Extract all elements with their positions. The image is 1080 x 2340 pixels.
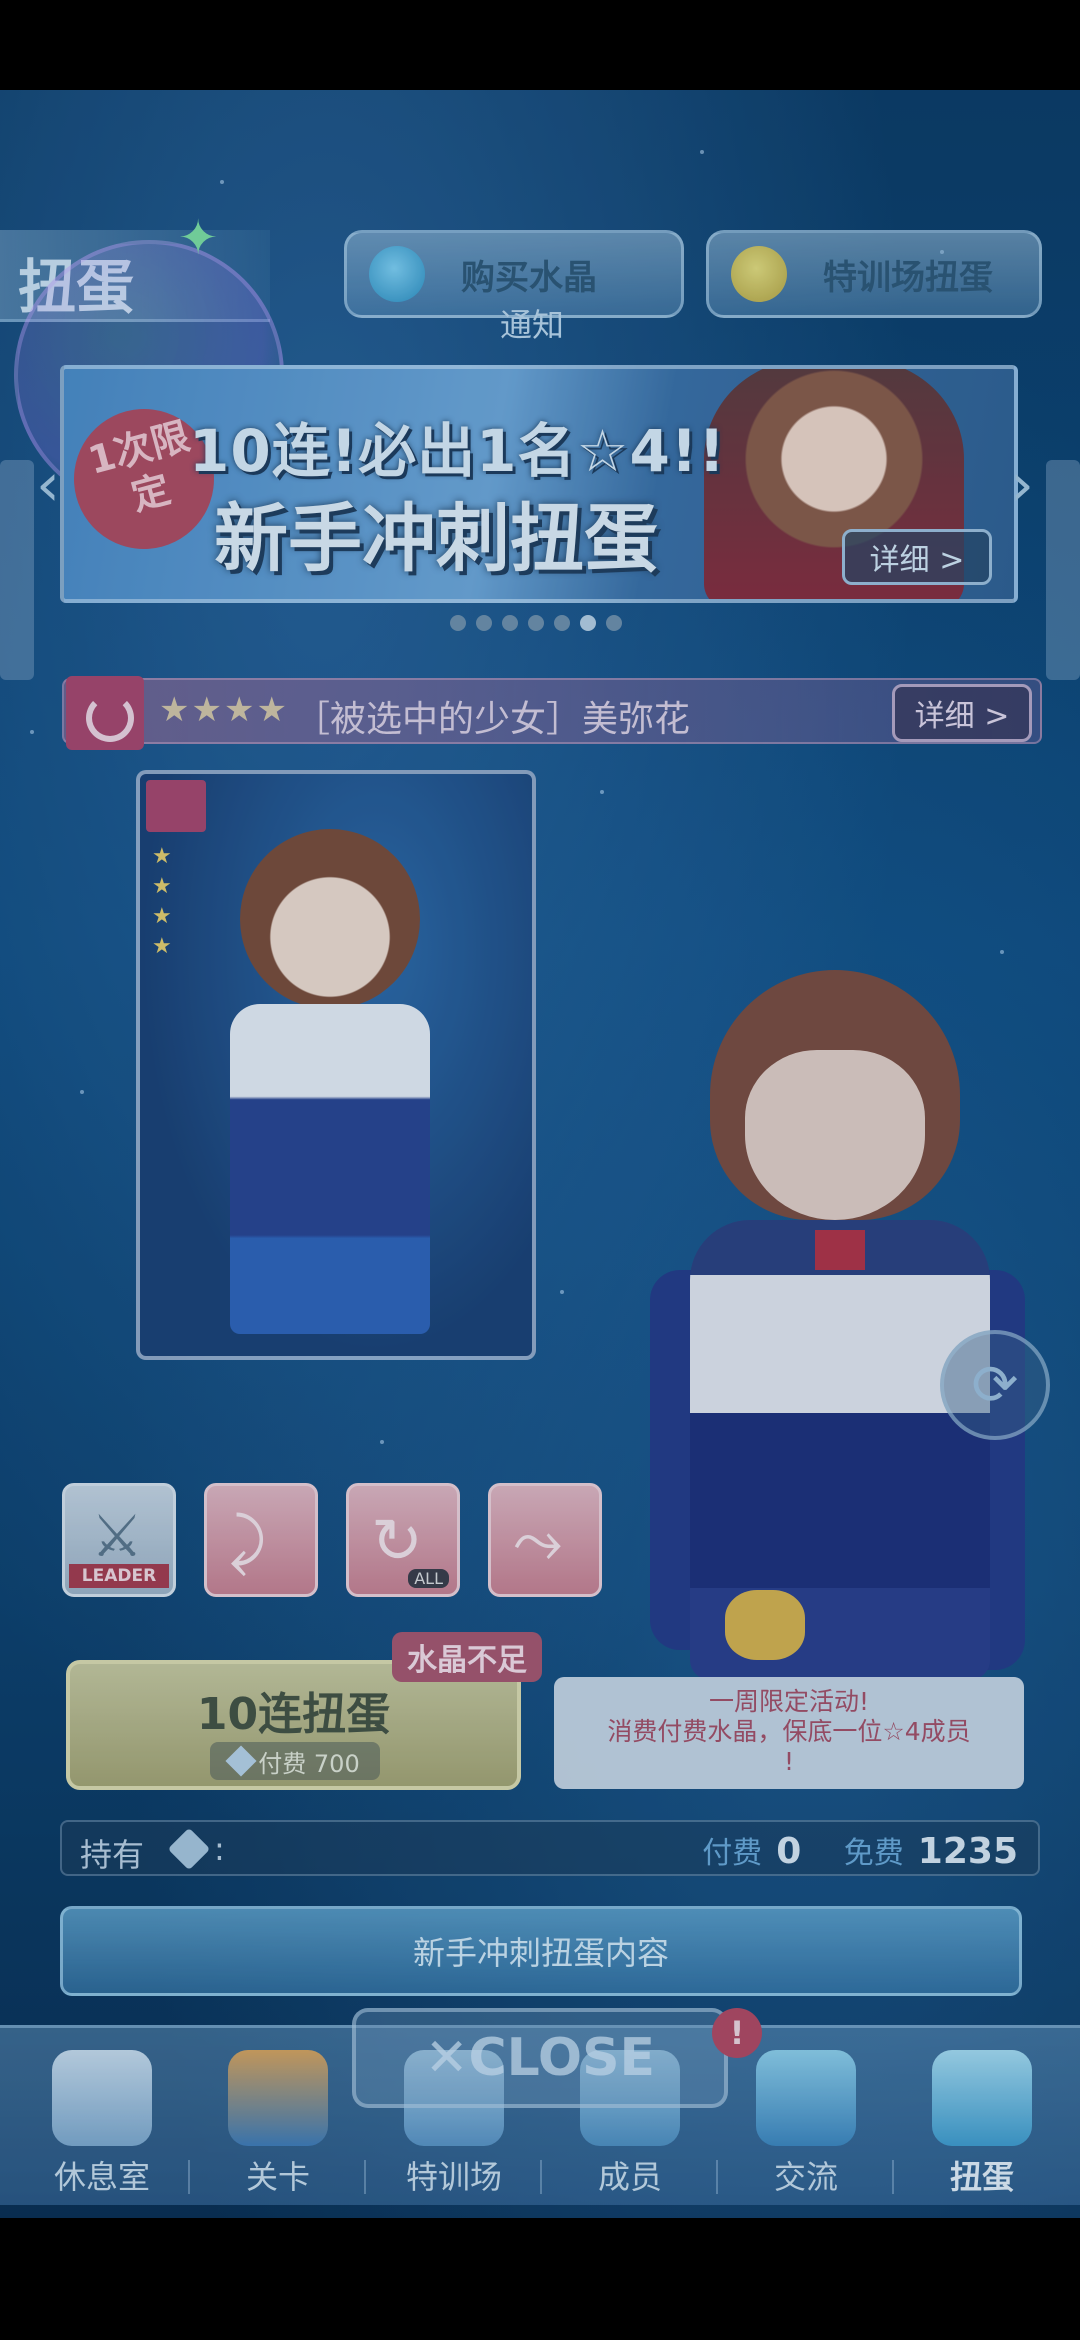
training-gacha-button[interactable]: 特训场扭蛋 [706,230,1042,318]
card-character-head [240,829,420,1009]
notification-badge: ! [712,2008,762,2058]
crystal-icon [225,1745,257,1777]
card-character-body [230,1004,430,1334]
communication-icon [756,2050,856,2146]
card-rarity-stars: ★ ★ ★ ★ [152,844,172,959]
nav-stage[interactable]: 关卡 [190,2028,366,2208]
insufficient-crystal-tag: 水晶不足 [392,1632,542,1682]
banner-page-dot[interactable] [580,615,596,631]
paw-charm-icon [725,1590,805,1660]
member-name: ［被选中的少女］美弥花 [294,699,691,740]
banner-page-indicator [450,615,622,631]
paid-crystal-count: 0 [776,1831,802,1872]
gacha-contents-button[interactable]: 新手冲刺扭蛋内容 [60,1906,1022,1996]
free-crystal-count: 1235 [917,1831,1018,1872]
notice-label[interactable]: 通知 [500,300,564,346]
sword-icon: ⚔ [91,1502,143,1570]
next-banner-peek[interactable] [1046,460,1080,680]
skill-swirl-icon[interactable]: ↻ ALL [346,1483,460,1597]
star-decoration-icon: ✦ [178,210,219,266]
rotate-view-icon[interactable]: ⟳ [940,1330,1050,1440]
banner-headline: 10连!必出1名☆4!! [189,417,726,485]
all-tag: ALL [408,1569,449,1588]
skill-arm-icon[interactable]: ⤸ [204,1483,318,1597]
game-screen: 扭蛋 ✦ 购买水晶 特训场扭蛋 通知 1次限定 10连!必出1名☆4!! 新手冲… [0,90,1080,2218]
crystal-holdings-bar: 持有 : 付费 0 免费 1235 [60,1820,1040,1876]
close-button[interactable]: ✕CLOSE [352,2008,728,2108]
banner-page-dot[interactable] [528,615,544,631]
event-info-popup: 一周限定活动! 消费付费水晶，保底一位☆4成员 ! [554,1677,1024,1789]
banner-title: 新手冲刺扭蛋 [214,496,658,582]
banner-next-arrow-icon[interactable]: › [1010,450,1034,520]
lounge-icon [52,2050,152,2146]
card-attribute-icon [146,780,206,832]
gacha-cost: 付费 700 [210,1742,380,1780]
attribute-emblem-icon [66,676,144,750]
gacha-banner[interactable]: 1次限定 10连!必出1名☆4!! 新手冲刺扭蛋 详细 > [60,365,1018,603]
leader-skill-icon[interactable]: ⚔ LEADER [62,1483,176,1597]
holdings-label: 持有 [80,1836,145,1874]
banner-page-dot[interactable] [476,615,492,631]
gacha-button-label: 10连扭蛋 [196,1689,391,1740]
nav-lounge[interactable]: 休息室 [14,2028,190,2208]
banner-page-dot[interactable] [502,615,518,631]
banner-page-dot[interactable] [450,615,466,631]
banner-prev-arrow-icon[interactable]: ‹ [36,450,60,520]
water-drop-icon [369,246,425,302]
banner-detail-button[interactable]: 详细 > [842,529,992,585]
nav-gacha[interactable]: 扭蛋 [894,2028,1070,2208]
leader-tag: LEADER [69,1564,169,1588]
training-gacha-label: 特训场扭蛋 [823,257,993,298]
skill-slash-icon[interactable]: ⤳ [488,1483,602,1597]
stage-icon [228,2050,328,2146]
holdings-values: 付费 0 免费 1235 [702,1831,1018,1872]
gacha-icon [932,2050,1032,2146]
system-navigation-area [0,2218,1080,2340]
member-card[interactable]: ★ ★ ★ ★ [136,770,536,1360]
status-bar [0,0,1080,90]
banner-page-dot[interactable] [606,615,622,631]
prev-banner-peek[interactable] [0,460,34,680]
member-detail-button[interactable]: 详细 > [892,684,1032,742]
banner-page-dot[interactable] [554,615,570,631]
rarity-stars: ★★★★ [159,690,289,730]
buy-crystal-label: 购买水晶 [461,257,597,298]
crystal-icon [167,1827,211,1871]
featured-member-bar: ★★★★ ［被选中的少女］美弥花 详细 > [62,676,1042,750]
coin-icon [731,246,787,302]
